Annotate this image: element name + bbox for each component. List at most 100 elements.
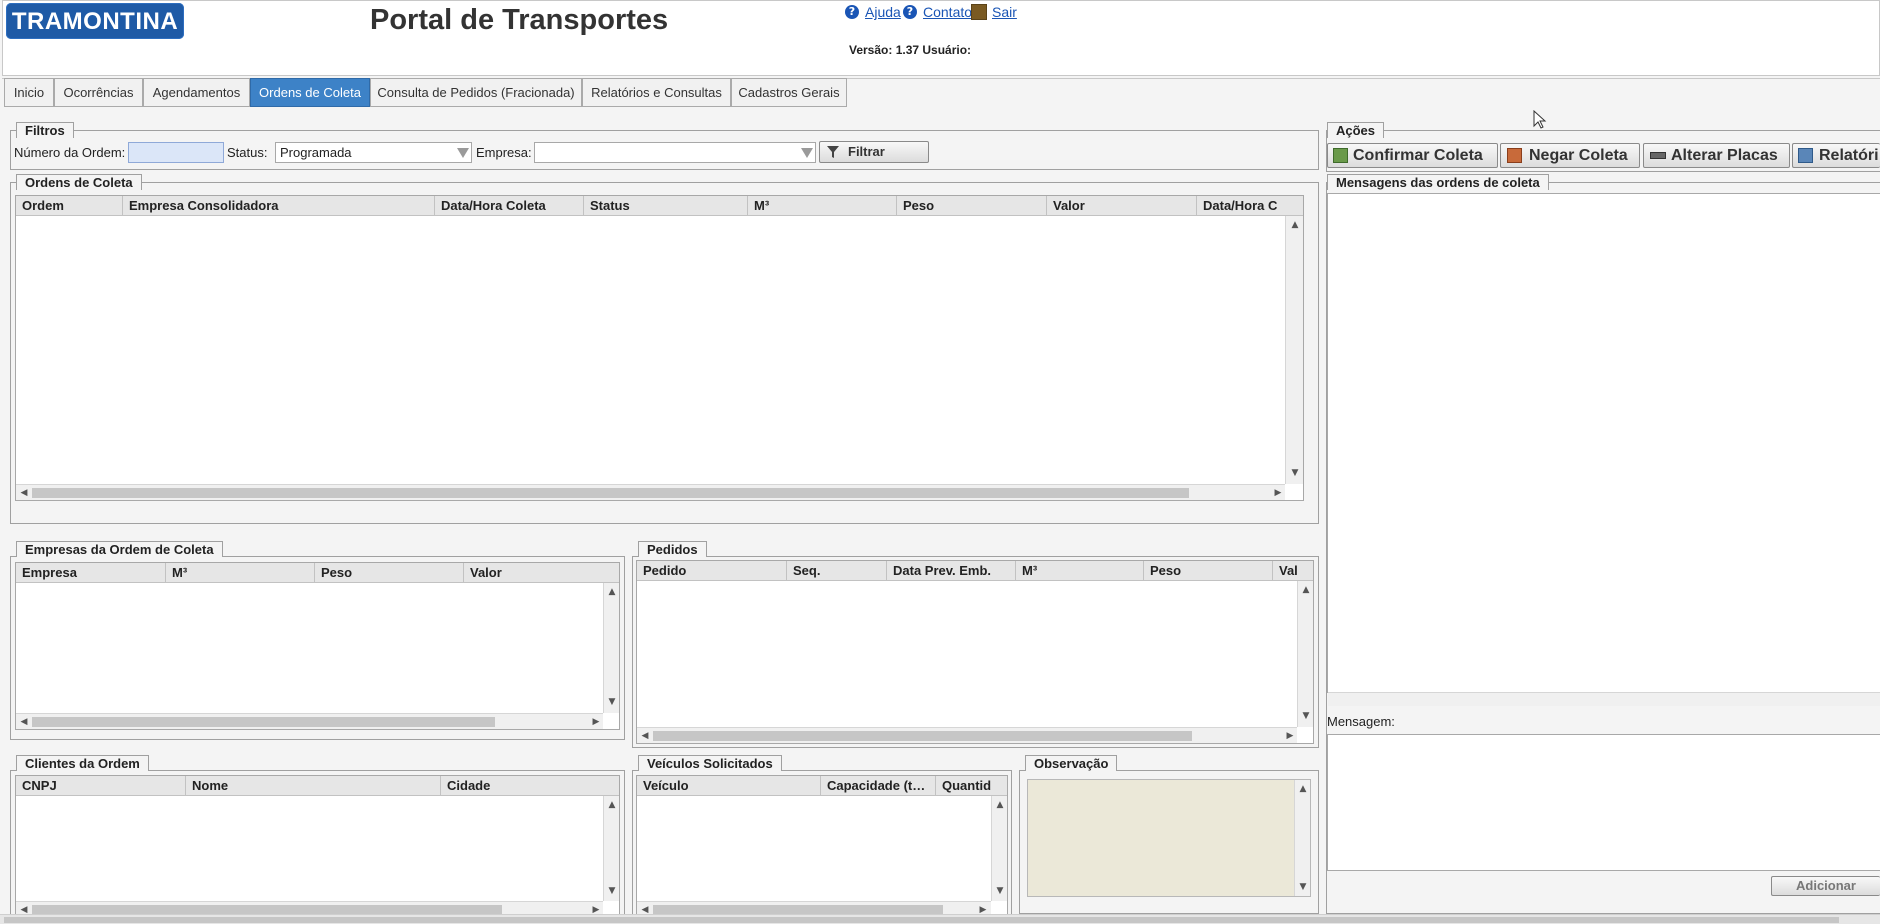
horizontal-scrollbar[interactable]: ◀ ▶ bbox=[16, 713, 603, 729]
pedidos-grid[interactable]: Pedido Seq. Data Prev. Emb. M³ Peso Val … bbox=[636, 560, 1314, 744]
scroll-left-icon[interactable]: ◀ bbox=[18, 488, 30, 498]
scroll-up-icon[interactable]: ▲ bbox=[606, 587, 618, 597]
add-message-label: Adicionar bbox=[1796, 878, 1856, 893]
scroll-up-icon[interactable]: ▲ bbox=[1297, 784, 1309, 794]
help-icon[interactable]: ? bbox=[845, 5, 859, 19]
column-header[interactable]: Cidade bbox=[441, 776, 619, 796]
tab-inicio[interactable]: Inicio bbox=[4, 78, 54, 107]
column-header[interactable]: Nome bbox=[186, 776, 441, 796]
column-header[interactable]: Data/Hora C bbox=[1197, 196, 1303, 216]
change-plates-label: Alterar Placas bbox=[1671, 147, 1778, 164]
column-header[interactable]: Peso bbox=[315, 563, 464, 583]
vertical-scrollbar[interactable]: ▲ ▼ bbox=[1285, 216, 1303, 484]
vehicles-legend: Veículos Solicitados bbox=[638, 755, 782, 771]
column-header[interactable]: Empresa bbox=[16, 563, 166, 583]
vehicles-grid[interactable]: Veículo Capacidade (t… Quantid ▲ ▼ ◀ ▶ bbox=[636, 775, 1008, 918]
order-number-input[interactable] bbox=[128, 142, 224, 163]
vertical-scrollbar[interactable]: ▲ ▼ bbox=[1297, 581, 1313, 727]
observation-textarea[interactable] bbox=[1027, 779, 1311, 897]
version-info: Versão: 1.37 Usuário: bbox=[849, 43, 972, 57]
mouse-cursor-icon bbox=[1533, 110, 1547, 129]
scroll-right-icon[interactable]: ▶ bbox=[1272, 488, 1284, 498]
company-select[interactable] bbox=[534, 142, 816, 163]
vertical-scrollbar[interactable]: ▲ ▼ bbox=[603, 583, 619, 713]
column-header[interactable]: Peso bbox=[897, 196, 1047, 216]
scrollbar-thumb[interactable] bbox=[32, 717, 495, 727]
tab-consulta-pedidos[interactable]: Consulta de Pedidos (Fracionada) bbox=[370, 78, 582, 107]
clients-grid[interactable]: CNPJ Nome Cidade ▲ ▼ ◀ ▶ bbox=[15, 775, 620, 918]
column-header[interactable]: Valor bbox=[1047, 196, 1197, 216]
scroll-right-icon[interactable]: ▶ bbox=[1284, 731, 1296, 741]
scroll-down-icon[interactable]: ▼ bbox=[606, 697, 618, 707]
tab-cadastros-gerais[interactable]: Cadastros Gerais bbox=[731, 78, 847, 107]
logout-link[interactable]: Sair bbox=[992, 4, 1017, 20]
scroll-up-icon[interactable]: ▲ bbox=[994, 800, 1006, 810]
tab-ocorrencias[interactable]: Ocorrências bbox=[54, 78, 143, 107]
scrollbar-thumb[interactable] bbox=[4, 917, 1839, 923]
column-header[interactable]: Status bbox=[584, 196, 748, 216]
contact-icon[interactable]: ? bbox=[903, 5, 917, 19]
column-header[interactable]: M³ bbox=[748, 196, 897, 216]
scroll-down-icon[interactable]: ▼ bbox=[994, 886, 1006, 896]
vertical-scrollbar[interactable]: ▲ ▼ bbox=[603, 796, 619, 901]
column-header[interactable]: Pedido bbox=[637, 561, 787, 581]
tab-ordens-de-coleta[interactable]: Ordens de Coleta bbox=[250, 78, 370, 107]
tab-relatorios-consultas[interactable]: Relatórios e Consultas bbox=[582, 78, 731, 107]
pedidos-legend: Pedidos bbox=[638, 541, 707, 557]
status-select[interactable]: Programada bbox=[275, 142, 472, 163]
column-header[interactable]: M³ bbox=[1016, 561, 1144, 581]
message-label: Mensagem: bbox=[1327, 714, 1395, 729]
scrollbar-thumb[interactable] bbox=[653, 731, 1192, 741]
scroll-down-icon[interactable]: ▼ bbox=[1297, 882, 1309, 892]
add-message-button[interactable]: Adicionar bbox=[1771, 876, 1880, 896]
vertical-scrollbar[interactable]: ▲ ▼ bbox=[1294, 780, 1310, 896]
vertical-scrollbar[interactable]: ▲ ▼ bbox=[991, 796, 1007, 901]
actions-legend: Ações bbox=[1327, 122, 1385, 138]
scroll-right-icon[interactable]: ▶ bbox=[590, 717, 602, 727]
orders-grid[interactable]: Ordem Empresa Consolidadora Data/Hora Co… bbox=[15, 195, 1304, 501]
scroll-up-icon[interactable]: ▲ bbox=[1289, 220, 1301, 230]
tab-agendamentos[interactable]: Agendamentos bbox=[143, 78, 250, 107]
scroll-left-icon[interactable]: ◀ bbox=[18, 717, 30, 727]
column-header[interactable]: Data Prev. Emb. bbox=[887, 561, 1016, 581]
chevron-down-icon[interactable] bbox=[457, 148, 469, 158]
exit-icon[interactable] bbox=[971, 4, 987, 20]
column-header[interactable]: Peso bbox=[1144, 561, 1273, 581]
horizontal-scrollbar[interactable]: ◀ ▶ bbox=[16, 484, 1285, 500]
scroll-up-icon[interactable]: ▲ bbox=[1300, 585, 1312, 595]
help-link[interactable]: Ajuda bbox=[865, 4, 901, 20]
contact-link[interactable]: Contato bbox=[923, 4, 972, 20]
horizontal-scrollbar[interactable]: ◀ ▶ bbox=[637, 727, 1297, 743]
messages-list[interactable] bbox=[1327, 193, 1880, 706]
column-header[interactable]: Val bbox=[1273, 561, 1313, 581]
column-header[interactable]: Empresa Consolidadora bbox=[123, 196, 435, 216]
column-header[interactable]: M³ bbox=[166, 563, 315, 583]
column-header[interactable]: Seq. bbox=[787, 561, 887, 581]
horizontal-scrollbar[interactable] bbox=[1328, 692, 1880, 706]
reports-label: Relatóri bbox=[1819, 147, 1879, 164]
column-header[interactable]: Ordem bbox=[16, 196, 123, 216]
scroll-down-icon[interactable]: ▼ bbox=[606, 886, 618, 896]
scroll-up-icon[interactable]: ▲ bbox=[606, 800, 618, 810]
column-header[interactable]: Quantid bbox=[936, 776, 1007, 796]
page-horizontal-scrollbar[interactable] bbox=[0, 914, 1880, 924]
column-header[interactable]: Capacidade (t… bbox=[821, 776, 936, 796]
column-header[interactable]: Veículo bbox=[637, 776, 821, 796]
scroll-down-icon[interactable]: ▼ bbox=[1289, 468, 1301, 478]
companies-grid[interactable]: Empresa M³ Peso Valor ▲ ▼ ◀ ▶ bbox=[15, 562, 620, 730]
filters-legend: Filtros bbox=[16, 122, 74, 138]
scrollbar-thumb[interactable] bbox=[32, 488, 1189, 498]
scroll-left-icon[interactable]: ◀ bbox=[639, 731, 651, 741]
clients-grid-header: CNPJ Nome Cidade bbox=[16, 776, 619, 796]
status-select-value: Programada bbox=[280, 145, 352, 160]
chevron-down-icon[interactable] bbox=[801, 148, 813, 158]
confirm-pickup-button[interactable]: Confirmar Coleta bbox=[1327, 143, 1498, 168]
pedidos-grid-header: Pedido Seq. Data Prev. Emb. M³ Peso Val bbox=[637, 561, 1313, 581]
page-title: Portal de Transportes bbox=[370, 4, 669, 36]
column-header[interactable]: Data/Hora Coleta bbox=[435, 196, 584, 216]
column-header[interactable]: Valor bbox=[464, 563, 619, 583]
message-textarea[interactable] bbox=[1327, 734, 1880, 871]
column-header[interactable]: CNPJ bbox=[16, 776, 186, 796]
confirm-pickup-label: Confirmar Coleta bbox=[1353, 147, 1483, 164]
scroll-down-icon[interactable]: ▼ bbox=[1300, 711, 1312, 721]
